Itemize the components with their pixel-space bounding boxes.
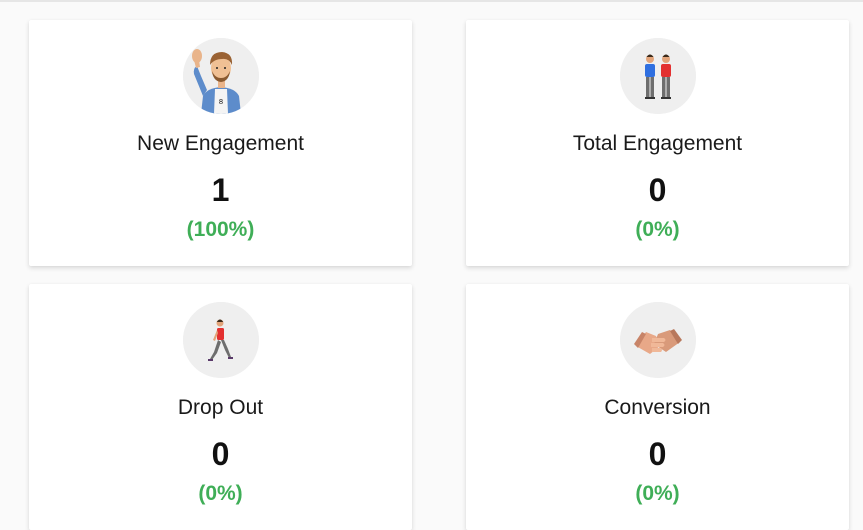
card-value: 0 xyxy=(648,172,667,208)
stat-card-new-engagement: 8 New Engagement 1 (100%) xyxy=(29,20,412,266)
svg-text:8: 8 xyxy=(218,98,222,106)
card-label: Conversion xyxy=(604,396,711,419)
stat-card-conversion: Conversion 0 (0%) xyxy=(466,284,849,530)
two-people-icon xyxy=(619,38,696,114)
card-label: Total Engagement xyxy=(572,132,743,155)
waving-man-icon: 8 xyxy=(182,38,259,114)
card-percent: (0%) xyxy=(635,482,680,505)
walking-person-icon xyxy=(182,302,259,378)
dashboard-page: 8 New Engagement 1 (100%) Total Engageme… xyxy=(0,0,863,530)
stat-card-total-engagement: Total Engagement 0 (0%) xyxy=(466,20,849,266)
card-value: 1 xyxy=(211,172,230,208)
card-value: 0 xyxy=(211,436,230,472)
card-percent: (0%) xyxy=(635,218,680,241)
handshake-icon xyxy=(619,302,696,378)
top-divider xyxy=(0,0,863,2)
card-percent: (100%) xyxy=(186,218,255,241)
card-label: New Engagement xyxy=(137,132,304,155)
card-percent: (0%) xyxy=(198,482,243,505)
card-label: Drop Out xyxy=(177,396,264,419)
stat-card-drop-out: Drop Out 0 (0%) xyxy=(29,284,412,530)
card-value: 0 xyxy=(648,436,667,472)
